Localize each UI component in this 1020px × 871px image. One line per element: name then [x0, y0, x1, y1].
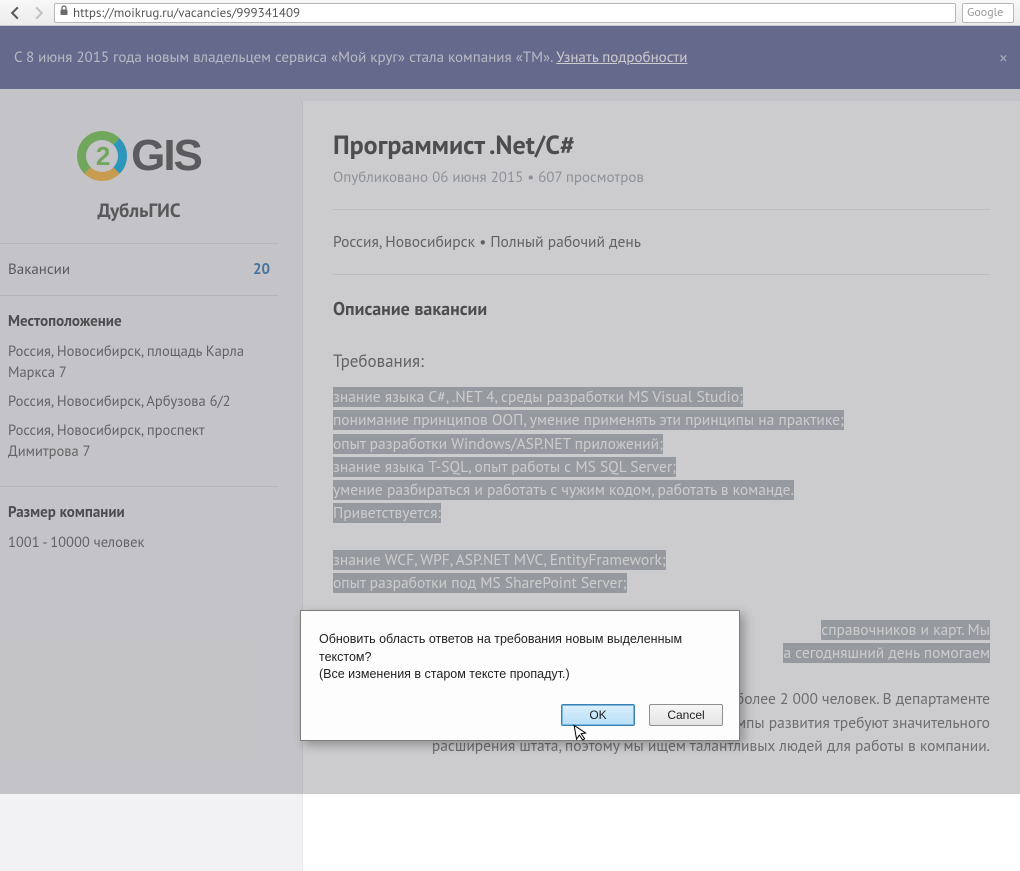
size-title: Размер компании [8, 503, 270, 522]
dialog-line-1: Обновить область ответов на требования н… [319, 631, 721, 666]
req-line-2: опыт разработки Windows/ASP.NET приложен… [333, 434, 663, 454]
req-line-3: знание языка T-SQL, опыт работы с MS SQL… [333, 457, 676, 477]
banner-text: С 8 июня 2015 года новым владельцем серв… [14, 48, 556, 67]
banner-link[interactable]: Узнать подробности [556, 48, 687, 67]
divider [333, 209, 990, 210]
req2-line-1: опыт разработки под MS SharePoint Server… [333, 573, 627, 593]
req-line-0: знание языка C#, .NET 4, среды разработк… [333, 387, 743, 407]
confirm-dialog: Обновить область ответов на требования н… [300, 610, 740, 741]
back-button[interactable] [6, 4, 24, 22]
frag-b: а сегодняшний день помогаем [783, 643, 990, 663]
company-card: 2GIS ДубльГИС [0, 101, 278, 243]
announcement-banner: С 8 июня 2015 года новым владельцем серв… [0, 26, 1020, 89]
url-text: https://moikrug.ru/vacancies/999341409 [73, 4, 300, 21]
address-bar[interactable]: https://moikrug.ru/vacancies/999341409 [54, 3, 956, 23]
logo-circle-icon: 2 [77, 131, 127, 181]
company-name[interactable]: ДубльГИС [10, 199, 268, 223]
ok-button[interactable]: OK [561, 704, 635, 726]
forward-button[interactable] [30, 4, 48, 22]
company-logo[interactable]: 2GIS [77, 131, 201, 181]
sidebar: 2GIS ДубльГИС Вакансии 20 Местоположение… [0, 101, 290, 871]
main-content: Программист .Net/C# Опубликовано 06 июня… [302, 101, 1020, 871]
vacancies-label[interactable]: Вакансии [8, 260, 70, 279]
address-0: Россия, Новосибирск, площадь Карла Маркс… [8, 341, 270, 383]
frag-a: справочников и карт. Мы [821, 620, 990, 640]
req2-line-0: знание WCF, WPF, ASP.NET MVC, EntityFram… [333, 550, 666, 570]
dialog-line-2: (Все изменения в старом тексте пропадут.… [319, 666, 721, 684]
cancel-button[interactable]: Cancel [649, 704, 723, 726]
browser-search[interactable]: Google [962, 3, 1014, 23]
vacancies-count[interactable]: 20 [253, 260, 270, 279]
description-header: Описание вакансии [333, 297, 990, 320]
size-value: 1001 - 10000 человек [8, 532, 270, 553]
vacancy-location: Россия, Новосибирск • Полный рабочий ден… [333, 232, 990, 252]
page-viewport: С 8 июня 2015 года новым владельцем серв… [0, 26, 1020, 794]
req-line-4: умение разбираться и работать с чужим ко… [333, 480, 794, 500]
divider [333, 274, 990, 275]
req-line-1: понимание принципов ООП, умение применят… [333, 410, 844, 430]
close-icon[interactable]: × [999, 46, 1008, 69]
address-2: Россия, Новосибирск, проспект Димитрова … [8, 420, 270, 462]
location-title: Местоположение [8, 312, 270, 331]
vacancy-meta: Опубликовано 06 июня 2015 • 607 просмотр… [333, 168, 990, 187]
lock-icon [59, 5, 69, 20]
requirements-header: Требования: [333, 350, 990, 372]
req-line-5: Приветствуется: [333, 503, 441, 523]
browser-toolbar: https://moikrug.ru/vacancies/999341409 G… [0, 0, 1020, 26]
vacancy-title: Программист .Net/C# [333, 129, 990, 162]
address-1: Россия, Новосибирск, Арбузова 6/2 [8, 391, 270, 412]
